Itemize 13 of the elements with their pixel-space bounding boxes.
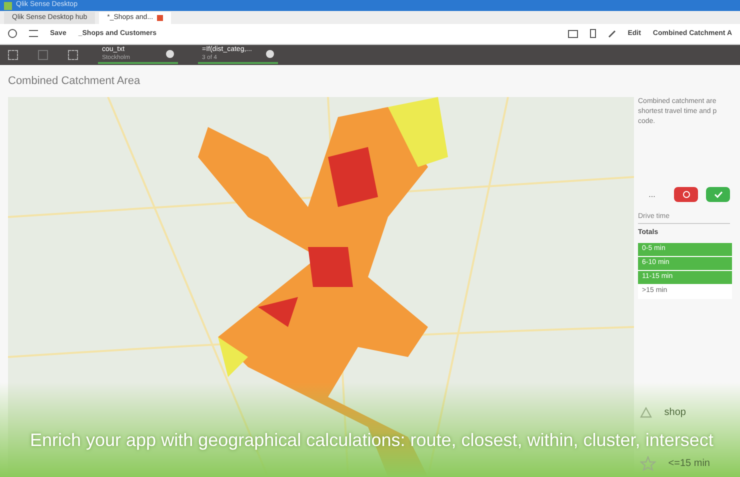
confirm-button[interactable] <box>706 187 730 202</box>
device-icon[interactable] <box>590 29 596 38</box>
chart-title: Combined Catchment Area <box>8 74 142 88</box>
check-icon <box>714 191 722 198</box>
star-icon <box>640 456 656 471</box>
presentation-icon[interactable] <box>568 30 578 38</box>
legend-label: <=15 min <box>668 457 710 471</box>
triangle-icon <box>640 407 652 418</box>
app-icon <box>4 2 12 10</box>
legend-label: shop <box>664 406 686 420</box>
more-button[interactable]: ... <box>638 188 666 200</box>
cancel-button[interactable] <box>674 187 698 202</box>
video-caption: Enrich your app with geographical calculations: route, closest, within, cluster, intersect <box>30 431 714 449</box>
